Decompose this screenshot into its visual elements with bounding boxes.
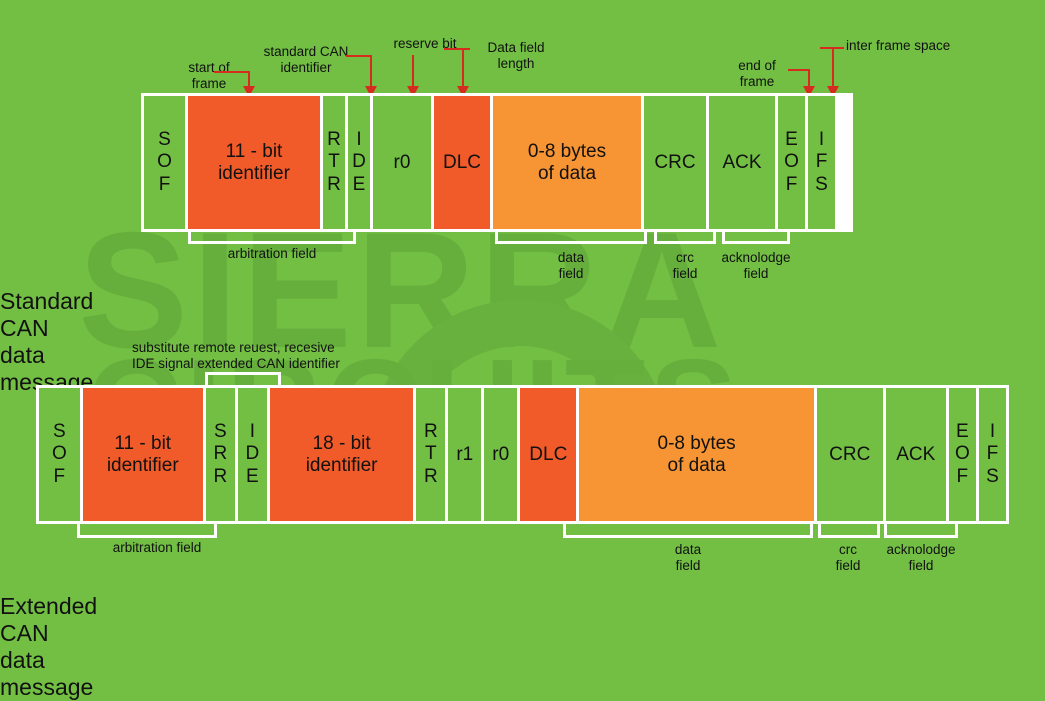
ext-brace-label-arbitration-field: arbitration field (112, 540, 202, 555)
ext-brace-crc-field (818, 524, 880, 538)
frame-cell-eof[interactable]: E O F (778, 96, 805, 229)
frame-cell-r0[interactable]: r0 (373, 96, 431, 229)
ext-brace-acknowledge-field (884, 524, 958, 538)
standard-frame-row: S O F 11 - bit identifier R T R I D E r0… (141, 93, 853, 232)
brace-acknowledge-field (722, 232, 790, 244)
callout-start-of-frame: start of frame (188, 60, 230, 91)
brace-crc-field (654, 232, 716, 244)
ext-brace-arbitration-field (77, 524, 217, 538)
ext-frame-cell-r0[interactable]: r0 (484, 388, 518, 521)
ext-frame-cell-identifier18[interactable]: 18 - bit identifier (269, 388, 414, 521)
ext-frame-cell-srr[interactable]: S R R (205, 388, 235, 521)
ext-brace-label-data-field: data field (674, 542, 702, 573)
connector-line-reserve-v (412, 55, 414, 88)
ext-frame-cell-r1[interactable]: r1 (448, 388, 482, 521)
connector-line-id (346, 55, 372, 57)
callout-inter-frame-space: inter frame space (846, 38, 951, 53)
frame-cell-ack[interactable]: ACK (709, 96, 775, 229)
callout-standard-can-identifier: standard CAN identifier (263, 44, 349, 75)
ext-frame-cell-ifs[interactable]: I F S (978, 388, 1007, 521)
frame-cell-rtr[interactable]: R T R (323, 96, 345, 229)
ext-frame-cell-ide[interactable]: I D E (237, 388, 267, 521)
ext-frame-cell-ack[interactable]: ACK (885, 388, 946, 521)
ext-frame-cell-data[interactable]: 0-8 bytes of data (579, 388, 814, 521)
frame-cell-ide[interactable]: I D E (348, 96, 370, 229)
frame-cell-identifier[interactable]: 11 - bit identifier (188, 96, 320, 229)
callout-srr-ide: substitute remote reuest, recesive IDE s… (132, 340, 340, 371)
connector-line-id-v (370, 55, 372, 88)
connector-line-ifs-v (832, 47, 834, 88)
frame-cell-ifs[interactable]: I F S (808, 96, 835, 229)
ext-frame-cell-sof[interactable]: S O F (39, 388, 80, 521)
frame-cell-crc[interactable]: CRC (644, 96, 706, 229)
bracket-srr-ide (205, 372, 281, 386)
connector-line-eof (788, 69, 810, 71)
brace-data-field (495, 232, 647, 244)
frame-cell-sof[interactable]: S O F (144, 96, 185, 229)
connector-line-dlc (444, 48, 470, 50)
brace-arbitration-field (188, 232, 356, 244)
callout-data-field-length: Data field length (487, 40, 545, 71)
ext-brace-data-field (563, 524, 813, 538)
ext-frame-cell-identifier11[interactable]: 11 - bit identifier (82, 388, 203, 521)
extended-frame-row: S O F 11 - bit identifier S R R I D E 18… (36, 385, 1009, 524)
ext-brace-label-acknowledge-field: acknolodge field (886, 542, 956, 573)
ext-frame-cell-rtr[interactable]: R T R (416, 388, 446, 521)
ext-frame-cell-eof[interactable]: E O F (948, 388, 976, 521)
brace-label-acknowledge-field: acknolodge field (721, 250, 791, 281)
callout-end-of-frame: end of frame (738, 58, 776, 89)
ext-frame-cell-crc[interactable]: CRC (816, 388, 883, 521)
connector-line-dlc-v (462, 48, 464, 88)
frame-cell-dlc[interactable]: DLC (434, 96, 490, 229)
brace-label-data-field: data field (557, 250, 585, 281)
brace-label-arbitration-field: arbitration field (227, 246, 317, 261)
frame-cell-data[interactable]: 0-8 bytes of data (493, 96, 641, 229)
connector-line-sof (214, 71, 250, 73)
ext-frame-cell-dlc[interactable]: DLC (520, 388, 577, 521)
